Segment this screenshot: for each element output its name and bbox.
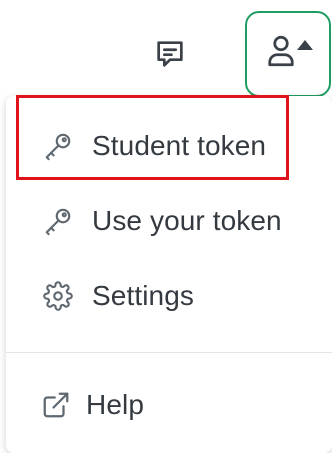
user-icon xyxy=(266,34,296,73)
menu-item-label: Help xyxy=(86,389,144,420)
menu-item-label: Student token xyxy=(92,130,267,161)
chat-button[interactable] xyxy=(150,36,190,76)
menu-item-label: Settings xyxy=(92,280,194,311)
user-menu-button[interactable] xyxy=(245,11,331,97)
caret-up-icon xyxy=(296,37,313,55)
key-icon xyxy=(42,205,74,237)
gear-icon xyxy=(42,280,74,312)
menu-item-student-token[interactable]: Student token xyxy=(6,116,332,176)
external-link-icon xyxy=(40,389,72,421)
message-square-text-icon xyxy=(153,37,187,76)
menu-divider xyxy=(6,352,332,353)
menu-item-help[interactable]: Help xyxy=(6,375,332,435)
menu-item-settings[interactable]: Settings xyxy=(6,266,332,326)
menu-item-use-your-token[interactable]: Use your token xyxy=(6,191,332,251)
key-icon xyxy=(42,130,74,162)
menu-item-label: Use your token xyxy=(92,205,282,236)
top-bar xyxy=(0,0,332,100)
user-dropdown-menu: Student token Use your token Settings He… xyxy=(6,96,332,453)
